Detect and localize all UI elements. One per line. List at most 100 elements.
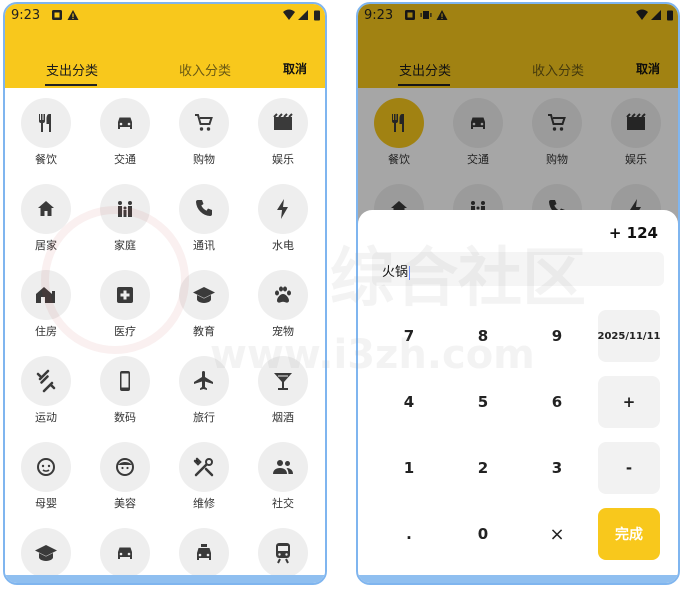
category-icon-circle	[21, 270, 71, 320]
category-label: 水电	[272, 239, 294, 252]
category-label: 餐饮	[35, 153, 57, 166]
done-button[interactable]: 完成	[598, 508, 660, 560]
house-icon	[36, 287, 55, 303]
category-item[interactable]: 交通	[90, 98, 160, 167]
category-label: 住房	[35, 325, 57, 338]
key-3[interactable]: 3	[526, 442, 588, 494]
category-label	[522, 583, 592, 585]
train-icon	[276, 543, 290, 564]
tools-icon	[193, 457, 214, 477]
category-item[interactable]: 旅行	[169, 356, 239, 425]
category-icon-circle	[100, 442, 150, 492]
category-screen: 9:23 支出分类 收入分类 取消 餐饮 交通 购物 娱乐居家 家庭 通讯 水电住房 医疗 教育…	[3, 2, 327, 585]
tab-expense[interactable]: 支出分类	[46, 60, 98, 79]
note-text: 火锅	[382, 265, 409, 280]
category-item[interactable]: 社交	[248, 442, 318, 511]
medical-icon	[117, 287, 133, 303]
category-icon-circle	[258, 442, 308, 492]
category-icon-circle	[179, 442, 229, 492]
face-icon	[116, 458, 134, 476]
category-icon-circle	[258, 184, 308, 234]
category-icon-circle	[258, 528, 308, 578]
category-item[interactable]: 通讯	[169, 184, 239, 253]
category-icon-circle	[100, 528, 150, 578]
category-item[interactable]: 餐饮	[11, 98, 81, 167]
note-input[interactable]: 火锅	[372, 252, 664, 286]
bottom-strip	[5, 575, 325, 583]
category-item[interactable]: 美容	[90, 442, 160, 511]
category-label: 旅行	[193, 411, 215, 424]
category-icon-circle	[179, 98, 229, 148]
cart-icon	[195, 114, 213, 131]
category-item[interactable]: 数码	[90, 356, 160, 425]
category-item[interactable]: 运动	[11, 356, 81, 425]
key-1[interactable]: 1	[378, 442, 440, 494]
category-item[interactable]: 家庭	[90, 184, 160, 253]
delete-button[interactable]: ×	[526, 508, 588, 560]
category-label: 美容	[114, 497, 136, 510]
minus-button[interactable]: -	[598, 442, 660, 494]
category-label: 家庭	[114, 239, 136, 252]
key-8[interactable]: 8	[452, 310, 514, 362]
category-item[interactable]: 娱乐	[248, 98, 318, 167]
category-icon-circle	[179, 528, 229, 578]
category-label	[11, 583, 81, 585]
category-item[interactable]: 母婴	[11, 442, 81, 511]
category-item[interactable]: 住房	[11, 270, 81, 339]
family-icon	[118, 201, 132, 217]
category-icon-circle	[21, 528, 71, 578]
restaurant-icon	[39, 114, 51, 132]
key-decimal[interactable]: .	[378, 508, 440, 560]
category-label	[443, 583, 513, 585]
car-icon	[118, 547, 132, 559]
key-6[interactable]: 6	[526, 376, 588, 428]
category-icon-circle	[21, 442, 71, 492]
wifi-icon	[283, 9, 295, 20]
key-4[interactable]: 4	[378, 376, 440, 428]
amount-display: + 124	[608, 224, 658, 242]
category-item[interactable]: 医疗	[90, 270, 160, 339]
key-5[interactable]: 5	[452, 376, 514, 428]
key-7[interactable]: 7	[378, 310, 440, 362]
plus-button[interactable]: +	[598, 376, 660, 428]
category-icon-circle	[100, 98, 150, 148]
category-icon-circle	[179, 184, 229, 234]
taxi-icon	[197, 544, 211, 560]
fitness-icon	[36, 369, 56, 393]
category-icon-circle	[100, 184, 150, 234]
category-item[interactable]: 居家	[11, 184, 81, 253]
tab-indicator	[45, 84, 97, 86]
category-item[interactable]: 水电	[248, 184, 318, 253]
key-9[interactable]: 9	[526, 310, 588, 362]
category-label: 通讯	[193, 239, 215, 252]
key-0[interactable]: 0	[452, 508, 514, 560]
category-label	[601, 583, 671, 585]
category-item[interactable]: 宠物	[248, 270, 318, 339]
tab-income[interactable]: 收入分类	[179, 60, 231, 79]
category-icon-circle	[21, 356, 71, 406]
cancel-button[interactable]: 取消	[283, 60, 307, 77]
category-label: 宠物	[272, 325, 294, 338]
paw-icon	[275, 286, 291, 303]
battery-icon	[314, 10, 320, 21]
category-item[interactable]: 购物	[169, 98, 239, 167]
baby-icon	[37, 458, 55, 476]
car-icon	[118, 117, 132, 129]
category-item[interactable]: 烟酒	[248, 356, 318, 425]
category-item[interactable]: 教育	[169, 270, 239, 339]
bar-icon	[274, 373, 292, 390]
tab-header: 支出分类 收入分类 取消	[5, 30, 325, 88]
date-button[interactable]: 2025/11/11	[598, 310, 660, 362]
status-bar: 9:23	[5, 4, 325, 30]
category-label: 教育	[193, 325, 215, 338]
category-icon-circle	[258, 270, 308, 320]
phone-icon	[196, 200, 212, 216]
school-icon	[35, 545, 57, 561]
category-label: 购物	[193, 153, 215, 166]
category-label: 娱乐	[272, 153, 294, 166]
key-2[interactable]: 2	[452, 442, 514, 494]
category-item[interactable]: 维修	[169, 442, 239, 511]
category-label: 交通	[114, 153, 136, 166]
category-label	[90, 583, 160, 585]
category-icon-circle	[21, 184, 71, 234]
